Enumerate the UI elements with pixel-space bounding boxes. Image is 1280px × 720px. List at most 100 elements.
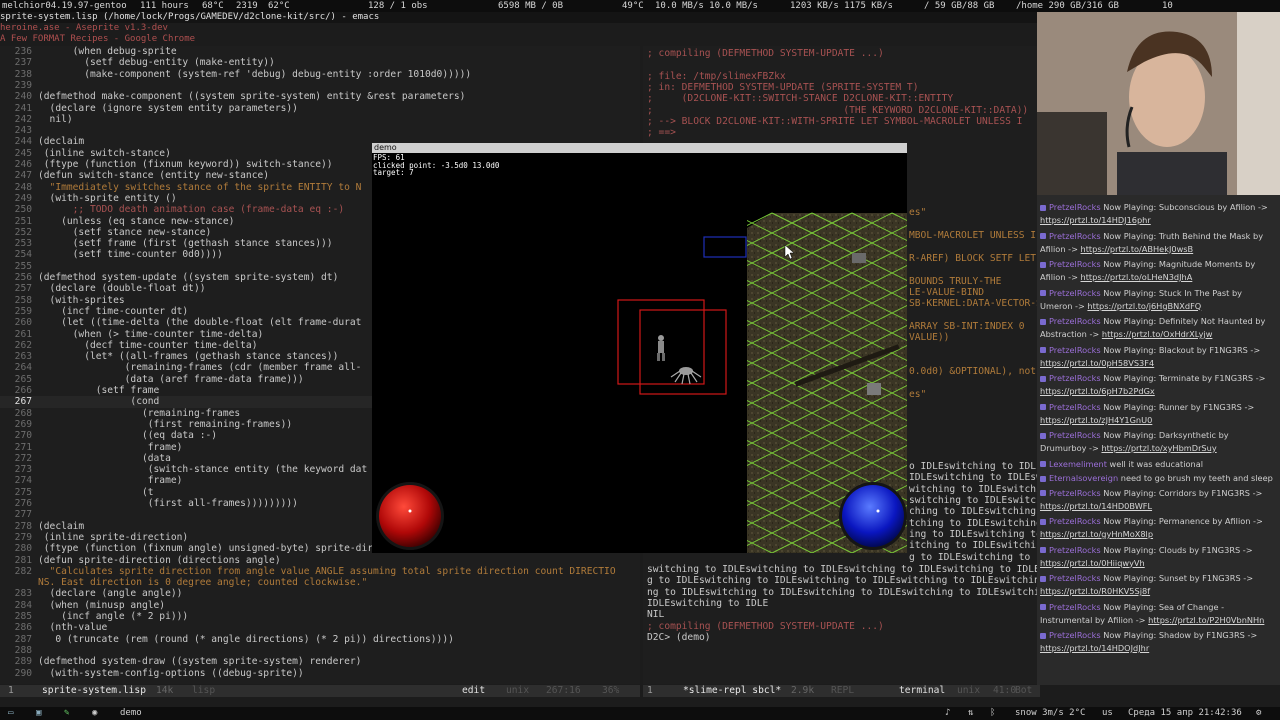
code-line[interactable]: 236 (when debug-sprite	[0, 46, 640, 57]
modeline-position: 1	[8, 685, 14, 696]
chat-link[interactable]: https://prtzl.to/0pH58VS3F4	[1040, 358, 1154, 368]
code-text: "Calculates sprite direction from angle …	[38, 565, 616, 577]
modeline-percent: Bot	[1015, 685, 1033, 696]
chat-link[interactable]: https://prtzl.to/j6HgBNXdFQ	[1087, 301, 1201, 311]
active-window-label[interactable]: demo	[120, 707, 142, 720]
chat-username[interactable]: PretzelRocks	[1049, 630, 1101, 640]
chat-link[interactable]: https://prtzl.to/14HDJ16phr	[1040, 215, 1151, 225]
code-line[interactable]: 241 (declare (ignore system entity param…	[0, 103, 640, 114]
chat-username[interactable]: PretzelRocks	[1049, 516, 1101, 526]
chat-link[interactable]: https://prtzl.to/6pH7b2PdGx	[1040, 386, 1155, 396]
folder-icon[interactable]: ▣	[36, 707, 41, 720]
chat-badge-icon	[1040, 233, 1046, 239]
code-line[interactable]: 288	[0, 645, 640, 656]
code-line[interactable]: 284 (when (minusp angle)	[0, 600, 640, 611]
line-number: 259	[14, 305, 32, 317]
chat-username[interactable]: PretzelRocks	[1049, 259, 1101, 269]
chat-link[interactable]: https://prtzl.to/0HiiqwyVh	[1040, 558, 1145, 568]
code-line[interactable]: 239	[0, 80, 640, 91]
bluetooth-icon[interactable]: ᛒ	[990, 707, 995, 720]
modeline-major-mode[interactable]: REPL	[831, 685, 854, 697]
code-line[interactable]: 282 "Calculates sprite direction from an…	[0, 566, 640, 577]
chat-username[interactable]: PretzelRocks	[1049, 545, 1101, 555]
chat-username[interactable]: PretzelRocks	[1049, 573, 1101, 583]
background-window-title-aseprite[interactable]: heroine.ase - Aseprite v1.3-dev	[0, 23, 1040, 34]
code-text: (cond	[38, 396, 160, 408]
code-text: (when debug-sprite	[38, 46, 177, 57]
spider-creature-sprite[interactable]	[670, 367, 702, 385]
chat-link[interactable]: https://prtzl.to/gyHnMoX8lp	[1040, 529, 1153, 539]
volume-icon[interactable]: ♪	[945, 707, 950, 720]
root-disk: / 59 GB/88 GB	[924, 1, 995, 11]
code-text: (defmethod system-draw ((system sprite-s…	[38, 656, 362, 668]
terminal-icon[interactable]: ▭	[8, 707, 13, 720]
chat-username[interactable]: PretzelRocks	[1049, 202, 1101, 212]
code-text: (make-component (system-ref 'debug) debu…	[38, 68, 472, 80]
chat-badge-icon	[1040, 518, 1046, 525]
chat-link[interactable]: https://prtzl.to/OxHdrXLyjw	[1102, 329, 1213, 339]
line-number: 277	[14, 509, 32, 521]
chat-link[interactable]: https://prtzl.to/P2H0VbnNHn	[1148, 615, 1264, 625]
line-number: 280	[14, 543, 32, 555]
chat-message: PretzelRocks Now Playing: Terminate by F…	[1040, 372, 1276, 398]
network-icon[interactable]: ⇅	[968, 707, 973, 720]
chat-link[interactable]: https://prtzl.to/zJH4Y1GnU0	[1040, 415, 1152, 425]
code-line[interactable]: 237 (setf debug-entity (make-entity))	[0, 57, 640, 68]
chat-message: Lexemeliment well it was educational	[1040, 458, 1276, 471]
game-viewport[interactable]	[372, 153, 907, 553]
editor-icon[interactable]: ✎	[64, 707, 69, 720]
code-line[interactable]: 283 (declare (angle angle))	[0, 588, 640, 599]
browser-icon[interactable]: ◉	[92, 707, 97, 720]
workspace-number[interactable]: 10	[1162, 0, 1173, 12]
modeline-buffer-name[interactable]: sprite-system.lisp	[42, 685, 146, 697]
line-number: 241	[14, 102, 32, 114]
modeline-major-mode[interactable]: lisp	[192, 685, 215, 697]
repl-modeline: 1 *slime-repl sbcl* 2.9k REPL terminal u…	[643, 685, 1040, 697]
keyboard-layout[interactable]: us	[1102, 707, 1113, 720]
demo-window-titlebar[interactable]: demo	[372, 143, 907, 153]
chat-username[interactable]: PretzelRocks	[1049, 345, 1101, 355]
code-text: (nth-value	[38, 622, 108, 634]
chat-link[interactable]: https://prtzl.to/xyHbmDrSuy	[1101, 443, 1216, 453]
code-line[interactable]: 242 nil)	[0, 114, 640, 125]
chat-link[interactable]: https://prtzl.to/14HDOJdJhr	[1040, 643, 1149, 653]
chat-link[interactable]: https://prtzl.to/R0HKV5Sj8f	[1040, 586, 1150, 596]
code-line[interactable]: 243	[0, 125, 640, 136]
system-status-bar: melchior04.19.97-gentoo 111 hours 68°C 2…	[0, 0, 1280, 12]
code-line[interactable]: 287 0 (truncate (rem (round (* angle dir…	[0, 634, 640, 645]
disk-io: 6598 MB / 0B	[498, 1, 564, 11]
chat-username[interactable]: PretzelRocks	[1049, 602, 1101, 612]
demo-game-window[interactable]: demo FPS: 61 clicked point: -3.5d0 13.0d0…	[372, 143, 907, 553]
chat-username[interactable]: PretzelRocks	[1049, 488, 1101, 498]
modeline-buffer-name[interactable]: *slime-repl sbcl*	[683, 685, 781, 697]
hero-sprite[interactable]	[657, 335, 665, 361]
chat-username[interactable]: PretzelRocks	[1049, 430, 1101, 440]
weather-readout: snow 3m/s 2°C	[1015, 708, 1086, 718]
chat-link[interactable]: https://prtzl.to/14HD0BWFL	[1040, 501, 1152, 511]
chat-username[interactable]: PretzelRocks	[1049, 373, 1101, 383]
code-line[interactable]: 285 (incf angle (* 2 pi)))	[0, 611, 640, 622]
code-line[interactable]: NS. East direction is 0 degree angle; co…	[0, 577, 640, 588]
settings-icon[interactable]: ⚙	[1256, 707, 1261, 720]
modeline-line-col: 41:0	[993, 685, 1017, 696]
chat-link[interactable]: https://prtzl.to/oLHeN3dJhA	[1081, 272, 1193, 282]
line-number: 239	[14, 79, 32, 91]
code-line[interactable]: 290 (with-system-config-options ((debug-…	[0, 668, 640, 679]
stream-chat-panel[interactable]: PretzelRocks Now Playing: Subconscious b…	[1037, 195, 1280, 685]
code-line[interactable]: 238 (make-component (system-ref 'debug) …	[0, 69, 640, 80]
chat-username[interactable]: Eternalsovereign	[1049, 473, 1118, 483]
chat-username[interactable]: PretzelRocks	[1049, 316, 1101, 326]
code-line[interactable]: 289 (defmethod system-draw ((system sprit…	[0, 656, 640, 667]
code-line[interactable]: 281 (defun sprite-direction (directions a…	[0, 555, 640, 566]
repl-prompt[interactable]: D2C> (demo)	[647, 632, 711, 643]
code-line[interactable]: 286 (nth-value	[0, 622, 640, 633]
chat-username[interactable]: PretzelRocks	[1049, 231, 1101, 241]
chat-badge-icon	[1040, 432, 1046, 439]
background-window-title-chrome[interactable]: A Few FORMAT Recipes - Google Chrome	[0, 34, 1040, 45]
chat-username[interactable]: PretzelRocks	[1049, 402, 1101, 412]
code-line[interactable]: 240 (defmethod make-component ((system sp…	[0, 91, 640, 102]
blue-selection-box	[703, 236, 747, 258]
chat-link[interactable]: https://prtzl.to/ABHekJ0wsB	[1081, 244, 1194, 254]
chat-username[interactable]: Lexemeliment	[1049, 459, 1107, 469]
chat-username[interactable]: PretzelRocks	[1049, 288, 1101, 298]
